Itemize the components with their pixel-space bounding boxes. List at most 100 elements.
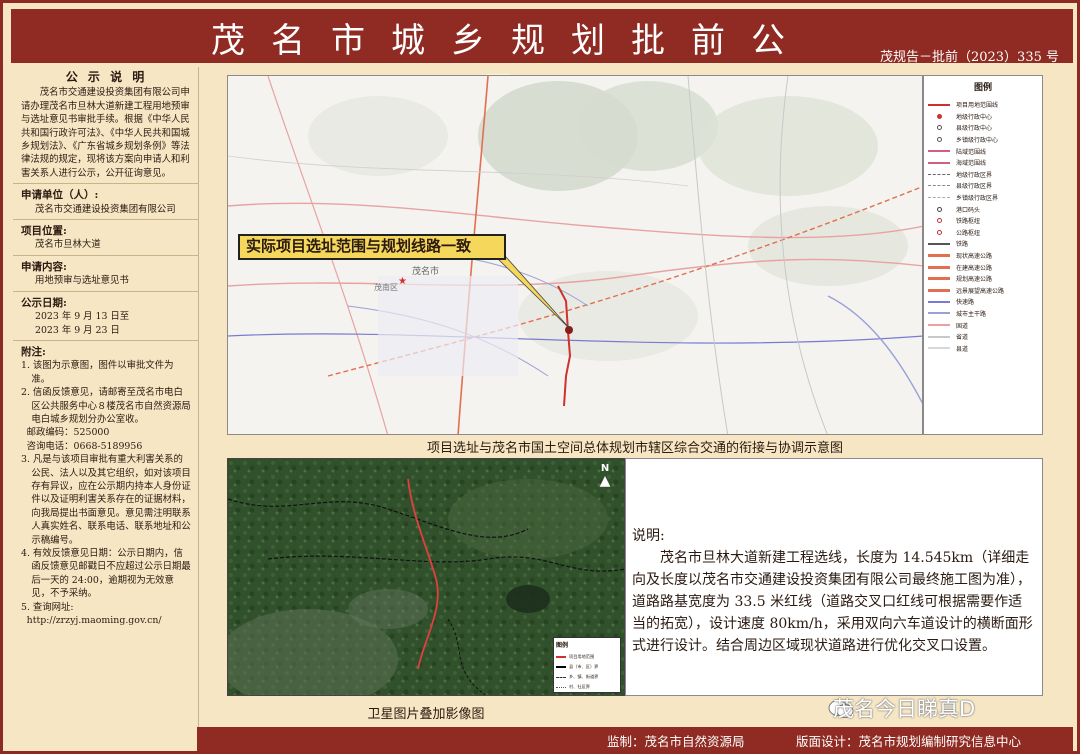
divider: [13, 219, 198, 221]
north-arrow-icon: ▲: [599, 473, 611, 489]
legend-label: 地级行政中心: [956, 113, 993, 121]
legend-item: 公路枢纽: [928, 227, 1038, 239]
legend-item: 地级行政区界: [928, 169, 1038, 181]
date-to: 2023 年 9 月 23 日: [35, 324, 120, 336]
divider: [13, 290, 198, 292]
legend-item: 海域范围线: [928, 157, 1038, 169]
note-item: 4. 有效反馈意见日期：公示日期内，信函反馈意见邮戳日不应超过公示日期最后一天的…: [21, 548, 191, 600]
legend-label: 海域范围线: [956, 160, 987, 168]
notes-list: 1. 该图为示意图，图件以审批文件为准。 2. 信函反馈意见，请邮寄至茂名市电白…: [21, 359, 192, 627]
notice-board: 茂名市城乡规划批前公示 茂规告－批前（2023）335 号 公 示 说 明 茂名…: [0, 0, 1080, 754]
legend-label: 乡镇级行政区界: [956, 195, 999, 203]
legend-symbol: [928, 228, 950, 236]
legend-item: 陆域范围线: [928, 145, 1038, 157]
legend-item: 乡镇级行政区界: [928, 192, 1038, 204]
legend-symbol: [928, 324, 950, 327]
note-item: 3. 凡是与该项目审批有重大利害关系的公民、法人以及其它组织，如对该项目存有异议…: [21, 454, 191, 546]
planning-map-caption: 项目选址与茂名市国土空间总体规划市辖区综合交通的衔接与协调示意图: [426, 441, 843, 456]
legend-label: 铁路: [956, 241, 969, 249]
legend-label: 现状高速公路: [956, 253, 993, 261]
legend-symbol: [928, 150, 950, 153]
title-bar: 茂名市城乡规划批前公示 茂规告－批前（2023）335 号: [11, 9, 1073, 110]
description-heading: 说明:: [632, 528, 665, 544]
query-url[interactable]: http://zrzyj.maoming.gov.cn/: [21, 614, 192, 627]
satellite-legend-item: 项目用地范围: [556, 652, 618, 662]
legend-symbol: [928, 124, 950, 132]
legend-label: 港口码头: [956, 206, 981, 214]
satellite-legend-item: 乡、镇、街道界: [556, 672, 618, 682]
legend-item: 城市主干路: [928, 308, 1038, 320]
legend-item: 县级行政区界: [928, 180, 1038, 192]
legend-label: 乡镇级行政中心: [956, 137, 999, 145]
legend-label: 城市主干路: [956, 310, 987, 318]
notes-label: 附注:: [21, 345, 46, 358]
description-body: 茂名市旦林大道新建工程选线，长度为 14.545km（详细走向及长度以茂名市交通…: [632, 550, 1033, 654]
legend-label: 县级行政区界: [956, 183, 993, 191]
legend-item: 远景展望高速公路: [928, 285, 1038, 297]
legend-item: 项目用地范围线: [928, 99, 1038, 111]
date-label: 公示日期:: [21, 296, 67, 309]
svg-text:★: ★: [398, 276, 407, 287]
applicant-label: 申请单位（人）:: [21, 189, 99, 202]
legend-symbol: [928, 312, 950, 315]
legend-item: 乡镇级行政中心: [928, 134, 1038, 146]
district-label: 茂南区: [374, 283, 398, 292]
legend-label: 陆域范围线: [956, 148, 987, 156]
applicant-value: 茂名市交通建设投资集团有限公司: [35, 203, 176, 215]
callout-box: 实际项目选址范围与规划线路一致: [238, 234, 506, 260]
watermark-text: 茂名今日睇真D: [833, 697, 976, 721]
legend-label: 县级行政中心: [956, 125, 993, 133]
legend-symbol: [928, 205, 950, 213]
legend-item: 港口码头: [928, 203, 1038, 215]
satellite-legend-item: 县（市、区）界: [556, 662, 618, 672]
legend-item: 国道: [928, 319, 1038, 331]
legend-symbol: [928, 300, 950, 303]
legend-symbol: [928, 103, 950, 106]
satellite-caption: 卫星图片叠加影像图: [367, 707, 485, 722]
legend-label: 在建高速公路: [956, 264, 993, 272]
legend-label: 公路枢纽: [956, 229, 981, 237]
legend-item: 县道: [928, 342, 1038, 354]
legend-item: 铁路枢纽: [928, 215, 1038, 227]
description-panel: 说明: 茂名市旦林大道新建工程选线，长度为 14.545km（详细走向及长度以茂…: [625, 458, 1043, 696]
legend-symbol: [928, 161, 950, 164]
location-value: 茂名市旦林大道: [35, 239, 101, 251]
legend-symbol: [928, 197, 950, 199]
city-label: 茂名市: [412, 267, 440, 277]
legend-symbol: [928, 112, 950, 120]
planning-map: ★ 实际项目选址范围与规划线路一致 茂名市 茂南区: [227, 75, 923, 435]
document-number: 茂规告－批前（2023）335 号: [879, 50, 1059, 65]
legend-symbol: [928, 242, 950, 245]
legend-rows: 项目用地范围线 地级行政中心 县级行政中心 乡镇级行政中心 陆域范围线海域范围线 地级行政…: [928, 99, 1038, 354]
legend-title: 图例: [973, 83, 992, 93]
satellite-legend: 图例 项目用地范围 县（市、区）界 乡、镇、街道界 村、社区界: [553, 637, 621, 693]
note-item: 2. 信函反馈意见，请邮寄至茂名市电白区公共服务中心８楼茂名市自然资源局电白城乡…: [21, 387, 191, 425]
legend-label: 项目用地范围线: [956, 102, 999, 110]
content-value: 用地预审与选址意见书: [35, 275, 129, 287]
legend-label: 省道: [956, 334, 969, 342]
date-from: 2023 年 9 月 13 日至: [35, 311, 130, 323]
content-label: 申请内容:: [21, 260, 67, 273]
legend-symbol: [928, 265, 950, 269]
legend-symbol: [928, 185, 950, 187]
legend-label: 国道: [956, 322, 969, 330]
note-item: 1. 该图为示意图，图件以审批文件为准。: [21, 360, 174, 385]
satellite-legend-title: 图例: [556, 642, 569, 649]
legend-symbol: [928, 347, 950, 350]
supervisor-credit: 监制：茂名市自然资源局: [607, 734, 745, 749]
legend-symbol: [928, 335, 950, 338]
divider: [13, 183, 198, 185]
footer-bar: 监制：茂名市自然资源局 版面设计：茂名市规划编制研究信息中心: [11, 727, 1073, 751]
notice-heading: 公 示 说 明: [65, 70, 148, 84]
phone: 咨询电话：0668-5189956: [26, 440, 143, 452]
satellite-legend-item: 村、社区界: [556, 682, 618, 692]
legend-symbol: [928, 173, 950, 175]
legend-item: 县级行政中心: [928, 122, 1038, 134]
legend-symbol: [928, 136, 950, 144]
legend-symbol: [928, 217, 950, 225]
legend-item: 地级行政中心: [928, 111, 1038, 123]
legend-label: 远景展望高速公路: [956, 287, 1005, 295]
note-item: 5. 查询网址:: [21, 601, 74, 613]
divider: [13, 254, 198, 256]
postcode: 邮政编码：525000: [26, 427, 110, 439]
